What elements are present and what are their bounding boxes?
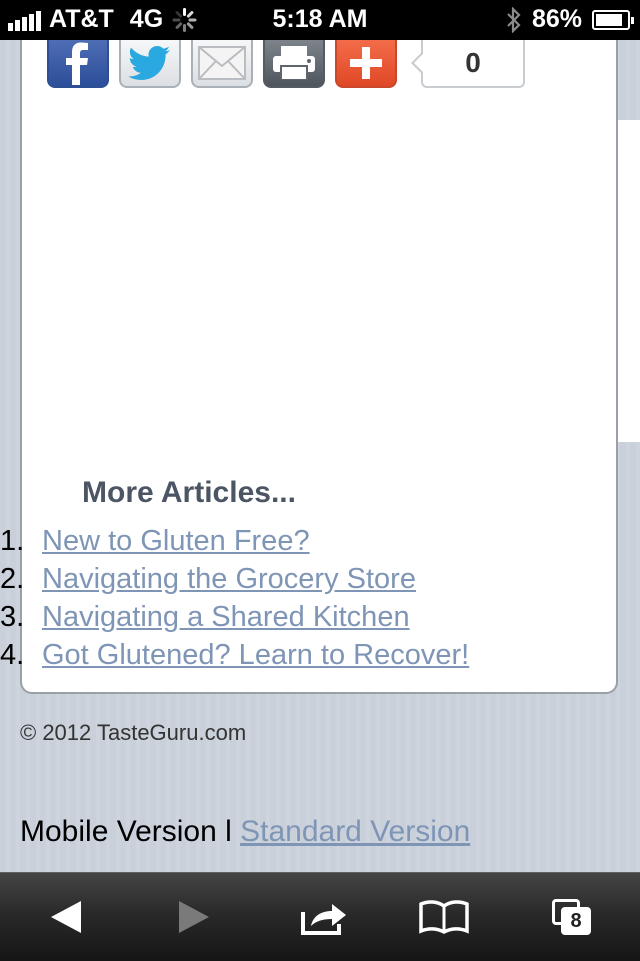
share-count: 0 bbox=[411, 40, 525, 88]
facebook-icon bbox=[66, 42, 88, 85]
list-number: 1. bbox=[0, 525, 25, 557]
bluetooth-icon bbox=[507, 6, 521, 33]
twitter-share-button[interactable] bbox=[119, 40, 181, 88]
twitter-icon bbox=[129, 46, 170, 80]
print-icon bbox=[273, 46, 315, 80]
back-button[interactable] bbox=[36, 895, 96, 939]
list-item: 3. Navigating a Shared Kitchen bbox=[0, 601, 469, 639]
bookmarks-icon bbox=[419, 900, 469, 934]
status-bar: AT&T 4G 5:18 AM 86% bbox=[0, 0, 640, 40]
list-item: 4. Got Glutened? Learn to Recover! bbox=[0, 639, 469, 677]
email-icon bbox=[198, 46, 246, 80]
more-articles-list: 1. New to Gluten Free? 2. Navigating the… bbox=[0, 525, 469, 677]
tabs-button[interactable]: 8 bbox=[542, 895, 602, 939]
print-button[interactable] bbox=[263, 40, 325, 88]
list-number: 2. bbox=[0, 563, 25, 595]
back-arrow-icon bbox=[51, 901, 81, 933]
email-share-button[interactable] bbox=[191, 40, 253, 88]
mobile-version-label: Mobile Version l bbox=[20, 815, 241, 848]
copyright-text: © 2012 TasteGuru.com bbox=[20, 720, 247, 745]
version-switcher: Mobile Version l Standard Version bbox=[20, 815, 470, 849]
battery-icon bbox=[592, 9, 634, 30]
list-item: 2. Navigating the Grocery Store bbox=[0, 563, 469, 601]
addthis-plus-icon bbox=[350, 47, 382, 79]
battery-percent: 86% bbox=[531, 5, 582, 33]
bookmarks-button[interactable] bbox=[414, 895, 474, 939]
standard-version-link[interactable]: Standard Version bbox=[240, 815, 470, 848]
facebook-share-button[interactable] bbox=[47, 40, 109, 88]
forward-button[interactable] bbox=[164, 895, 224, 939]
list-number: 4. bbox=[0, 639, 25, 671]
tabs-icon: 8 bbox=[552, 899, 592, 935]
article-link-shared-kitchen[interactable]: Navigating a Shared Kitchen bbox=[42, 601, 410, 634]
list-item: 1. New to Gluten Free? bbox=[0, 525, 469, 563]
embedded-content-area bbox=[22, 100, 616, 480]
share-icon bbox=[301, 904, 346, 935]
article-link-new-to-gluten-free[interactable]: New to Gluten Free? bbox=[42, 525, 310, 558]
tabs-count-badge: 8 bbox=[561, 907, 591, 935]
status-right: 86% bbox=[506, 5, 634, 34]
addthis-more-button[interactable] bbox=[335, 40, 397, 88]
more-articles-heading: More Articles... bbox=[82, 476, 296, 509]
list-number: 3. bbox=[0, 601, 25, 633]
forward-arrow-icon bbox=[179, 901, 209, 933]
share-action-button[interactable] bbox=[294, 895, 354, 939]
article-link-grocery-store[interactable]: Navigating the Grocery Store bbox=[42, 563, 416, 596]
article-link-got-glutened[interactable]: Got Glutened? Learn to Recover! bbox=[42, 639, 469, 672]
browser-toolbar: 8 bbox=[0, 872, 640, 961]
